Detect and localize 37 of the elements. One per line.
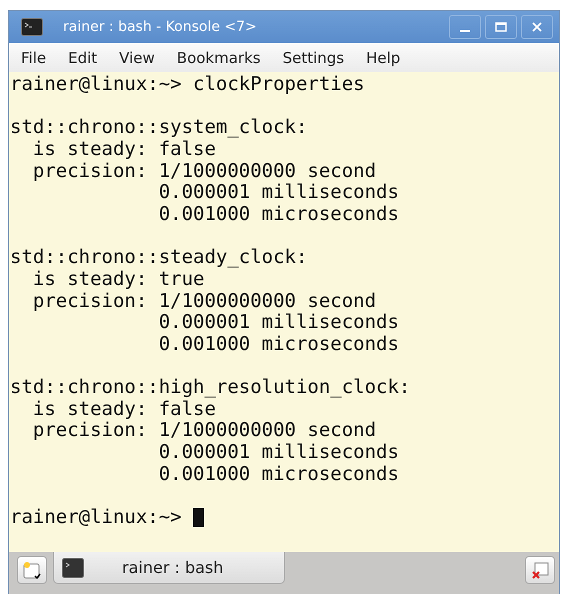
- tab[interactable]: rainer : bash: [53, 552, 285, 584]
- terminal-line: 0.001000 microseconds: [158, 464, 400, 486]
- terminal-line: rainer@linux:~> clockProperties: [10, 74, 366, 96]
- terminal-line: is steady: false: [32, 138, 217, 161]
- menu-item[interactable]: Settings: [278, 48, 356, 66]
- maximize-button[interactable]: [485, 15, 517, 39]
- terminal-icon: [21, 18, 43, 36]
- terminal-line: 0.001000 microseconds: [158, 204, 400, 226]
- menu-item[interactable]: Edit: [64, 48, 110, 66]
- minimize-icon: [460, 30, 470, 32]
- menu-item[interactable]: View: [115, 48, 167, 66]
- terminal-line: precision: 1/1000000000 second: [32, 290, 378, 312]
- terminal-line: is steady: false: [32, 398, 217, 420]
- terminal-prompt: rainer@linux:~>: [10, 507, 183, 529]
- terminal-line: is steady: true: [32, 268, 206, 291]
- menu-item[interactable]: Help: [362, 48, 412, 66]
- terminal-icon: [62, 558, 84, 578]
- window-title: rainer : bash - Konsole <7>: [63, 19, 257, 35]
- terminal-line: precision: 1/1000000000 second: [32, 420, 378, 442]
- maximize-icon: [494, 20, 508, 34]
- terminal-line: std::chrono::steady_clock:: [10, 247, 308, 269]
- terminal-line: std::chrono::system_clock:: [10, 117, 308, 139]
- close-tab-icon: [530, 560, 550, 580]
- terminal-line: 0.000001 milliseconds: [158, 442, 400, 464]
- menu-item[interactable]: Bookmarks: [172, 48, 273, 66]
- terminal-line: 0.000001 milliseconds: [158, 312, 400, 334]
- terminal-line: 0.001000 microseconds: [158, 334, 400, 356]
- new-tab-icon: [22, 560, 42, 580]
- minimize-button[interactable]: [449, 15, 481, 39]
- close-button[interactable]: [521, 15, 553, 39]
- close-tab-button[interactable]: [525, 556, 555, 584]
- new-tab-button[interactable]: [17, 556, 47, 584]
- close-icon: [530, 20, 544, 34]
- terminal-line: std::chrono::high_resolution_clock:: [10, 377, 412, 399]
- menu-item[interactable]: File: [17, 48, 58, 66]
- terminal-line: 0.000001 milliseconds: [158, 182, 400, 204]
- terminal-line: precision: 1/1000000000 second: [32, 160, 378, 182]
